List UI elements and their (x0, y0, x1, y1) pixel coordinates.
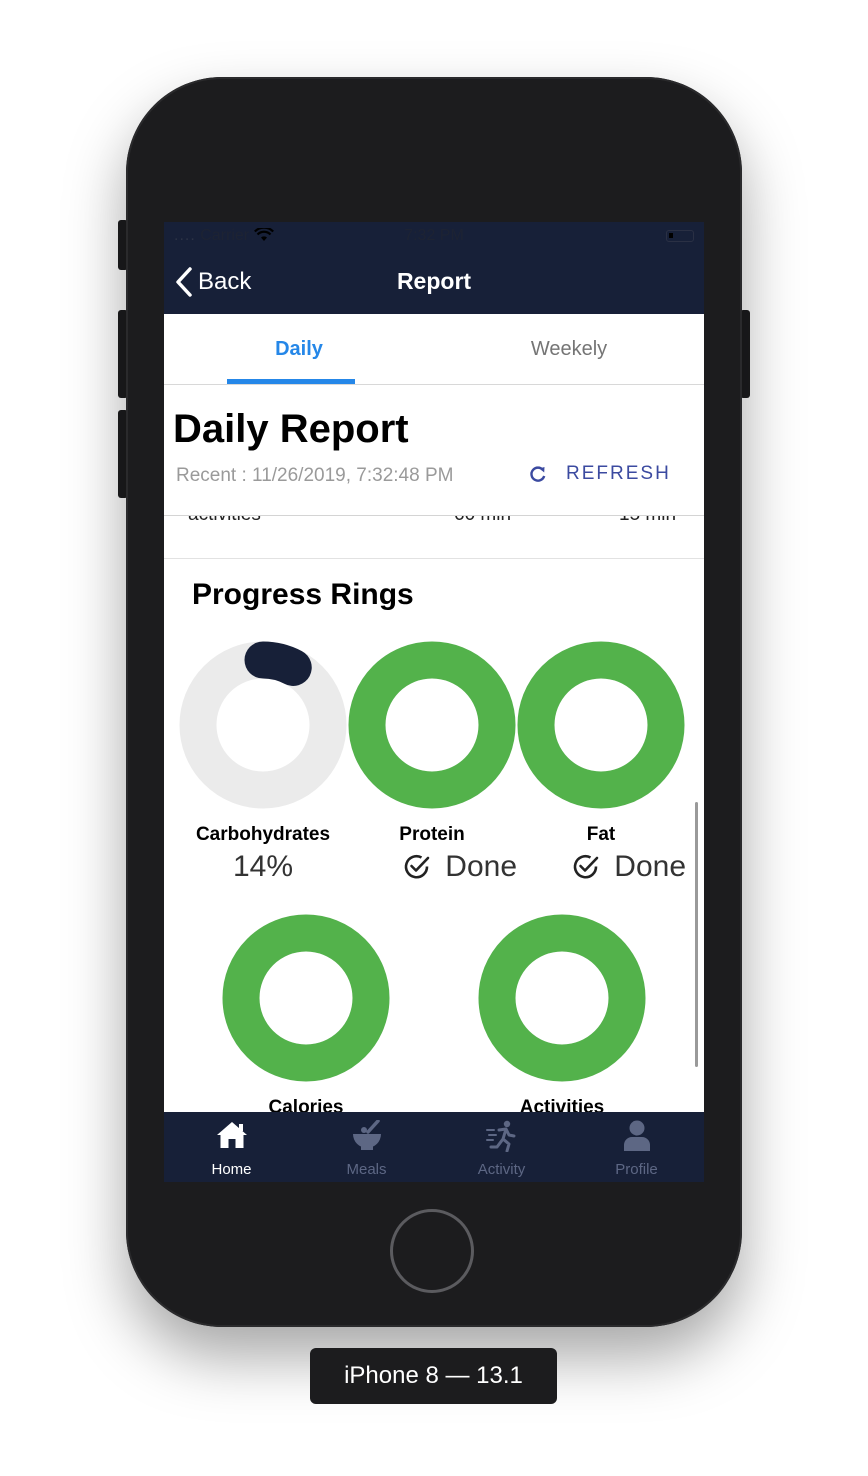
cut-row-value: 15 min (619, 516, 676, 526)
ring-progress-arc (517, 641, 685, 809)
tab-activity[interactable]: Activity (434, 1112, 569, 1182)
ring-calories: Calories (221, 913, 391, 1119)
refresh-icon (530, 466, 546, 482)
tab-profile[interactable]: Profile (569, 1112, 704, 1182)
bowl-icon (352, 1120, 381, 1150)
home-hardware-button[interactable] (390, 1209, 474, 1293)
ring-progress-arc (348, 641, 516, 809)
battery-icon (666, 230, 694, 242)
check-circle-icon (574, 854, 599, 879)
ring-value-text: Done (614, 850, 686, 883)
tab-label: Activity (477, 1161, 526, 1178)
bottom-tab-bar: Home Meals Activity Profile (164, 1112, 704, 1182)
ring-value-text: Done (445, 850, 517, 883)
running-icon (485, 1120, 515, 1152)
tab-label: Profile (615, 1161, 658, 1178)
status-time: 7:32 PM (404, 227, 464, 244)
app-screen: .... Carrier 7:32 PM Back Report Daily W… (164, 222, 704, 1182)
ring-activities: Activities (477, 913, 647, 1119)
active-tab-indicator (227, 379, 355, 384)
status-bar: .... Carrier 7:32 PM (164, 222, 704, 250)
user-icon (623, 1120, 650, 1151)
ring-progress-arc (478, 914, 646, 1082)
tab-label: Home (211, 1161, 252, 1178)
ring-label: Carbohydrates (195, 824, 331, 845)
progress-ring (517, 641, 685, 809)
tab-home[interactable]: Home (164, 1112, 299, 1182)
tab-daily[interactable]: Daily (164, 314, 434, 384)
scrollbar[interactable] (695, 802, 698, 1067)
refresh-button[interactable]: REFRESH (528, 463, 671, 485)
progress-ring (348, 641, 516, 809)
list-item: activities 60 min 15 min (164, 516, 704, 559)
ring-fat: Fat Done (516, 640, 686, 884)
recent-timestamp: Recent : 11/26/2019, 7:32:48 PM (176, 465, 454, 486)
ring-label: Protein (399, 824, 465, 845)
report-header: Daily Report Recent : 11/26/2019, 7:32:4… (164, 385, 704, 516)
device-label: iPhone 8 — 13.1 (310, 1348, 557, 1404)
page-title: Report (396, 268, 472, 294)
report-title: Daily Report (173, 407, 409, 451)
refresh-label: REFRESH (566, 463, 671, 484)
cut-row-label: activities (188, 516, 261, 526)
tab-weekely[interactable]: Weekely (434, 314, 704, 384)
progress-ring (179, 641, 347, 809)
tab-label: Meals (346, 1161, 387, 1178)
check-circle-icon (405, 854, 430, 879)
ring-protein: Protein Done (347, 640, 517, 884)
home-icon (216, 1122, 247, 1148)
report-tabs: Daily Weekely (164, 314, 704, 385)
ring-track (179, 641, 347, 809)
section-title: Progress Rings (192, 578, 414, 611)
cut-row-value: 60 min (454, 516, 511, 526)
tab-meals[interactable]: Meals (299, 1112, 434, 1182)
ring-value-text: 14% (232, 850, 294, 883)
ring-value: 14% (178, 850, 348, 884)
progress-ring (222, 914, 390, 1082)
progress-ring (478, 914, 646, 1082)
ring-carbohydrates: Carbohydrates 14% (178, 640, 348, 884)
ring-progress-arc (222, 914, 390, 1082)
ring-value: Done (347, 850, 517, 884)
ring-label: Fat (586, 824, 616, 845)
ring-value: Done (516, 850, 686, 884)
navigation-bar: Back Report (164, 250, 704, 314)
